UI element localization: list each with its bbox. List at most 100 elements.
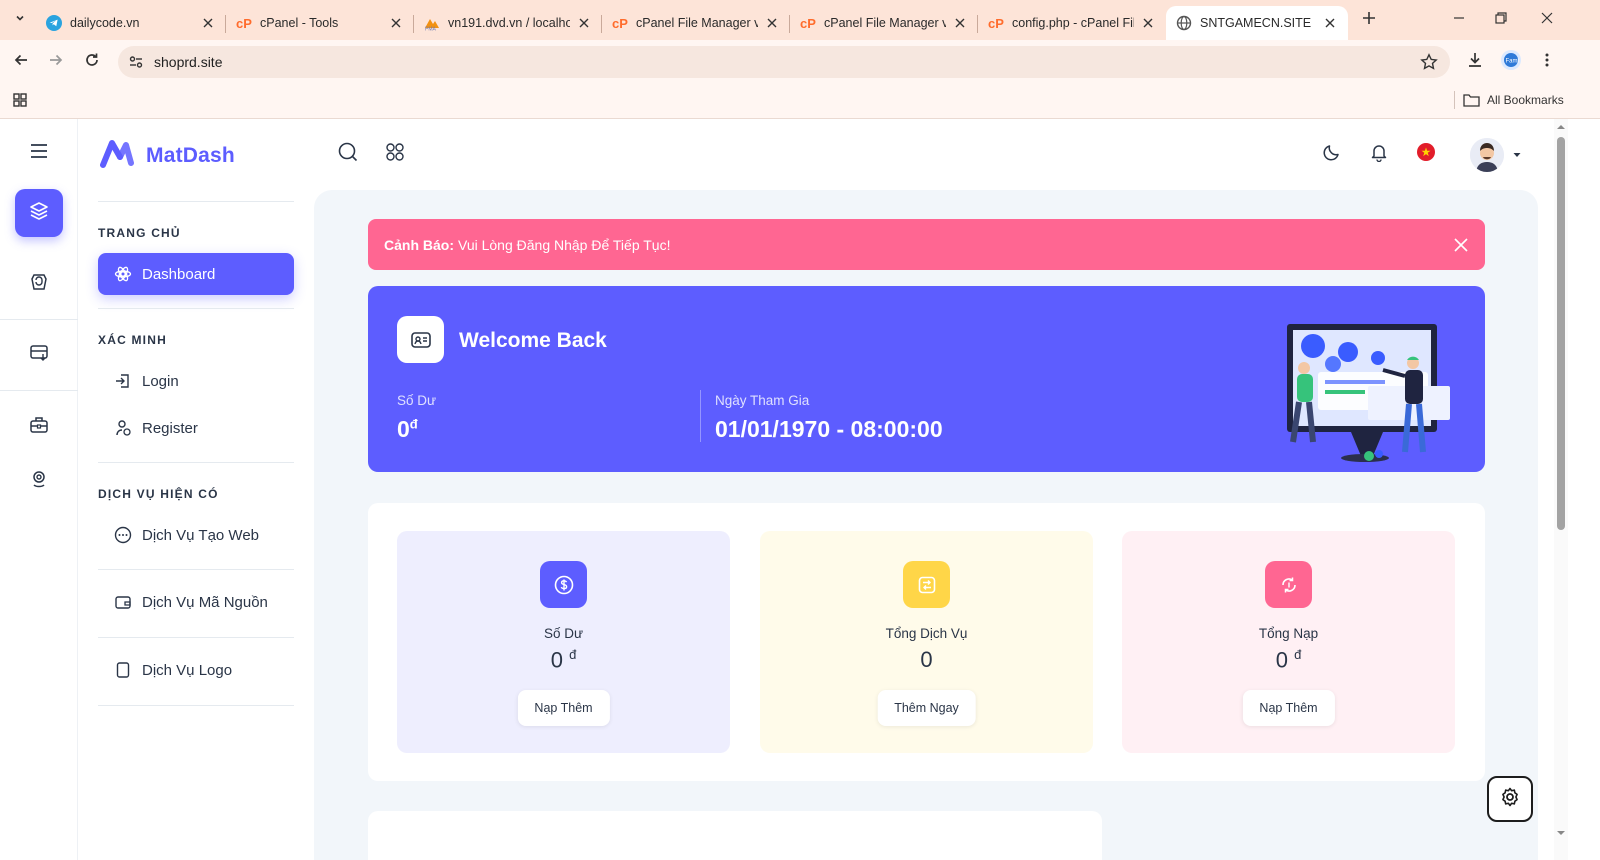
close-icon[interactable] bbox=[952, 15, 968, 31]
stat-value: 0 đ bbox=[397, 647, 730, 673]
stat-label: Số Dư bbox=[543, 626, 584, 641]
wallet-icon bbox=[114, 593, 132, 611]
fingerprint-icon bbox=[28, 468, 50, 495]
stat-value: 0 đ bbox=[1122, 647, 1455, 673]
apps-grid-icon[interactable] bbox=[10, 90, 30, 110]
add-service-button[interactable]: Thêm Ngay bbox=[877, 690, 976, 726]
sidebar-item-web-service[interactable]: Dịch Vụ Tạo Web bbox=[98, 514, 294, 556]
tab-title: cPanel File Manager v3 bbox=[824, 16, 946, 30]
downloads-button[interactable] bbox=[1461, 48, 1489, 76]
reload-button[interactable] bbox=[78, 48, 106, 76]
browser-tab-active[interactable]: SNTGAMECN.SITE bbox=[1166, 6, 1348, 40]
avatar[interactable] bbox=[1470, 138, 1504, 172]
rail-divider bbox=[0, 319, 78, 320]
apps-button[interactable] bbox=[381, 140, 409, 168]
sidebar-section-heading: DỊCH VỤ HIỆN CÓ bbox=[98, 487, 219, 501]
cpanel-icon: cP bbox=[800, 15, 816, 31]
search-icon bbox=[337, 141, 359, 168]
scroll-up-arrow-icon[interactable] bbox=[1556, 122, 1566, 132]
minimize-button[interactable] bbox=[1444, 8, 1474, 32]
restore-button[interactable] bbox=[1486, 8, 1516, 32]
bookmark-star-icon[interactable] bbox=[1418, 51, 1440, 73]
close-icon[interactable] bbox=[576, 15, 592, 31]
close-icon[interactable] bbox=[1451, 235, 1471, 255]
back-button[interactable] bbox=[7, 48, 35, 76]
site-settings-icon[interactable] bbox=[124, 50, 148, 74]
apps-circles-icon bbox=[385, 142, 405, 167]
hamburger-icon bbox=[29, 143, 49, 164]
browser-tab[interactable]: PMA vn191.dvd.vn / localho bbox=[414, 6, 602, 40]
sidebar-item-label: Dashboard bbox=[142, 265, 216, 283]
globe-icon bbox=[1176, 15, 1192, 31]
login-warning-alert: Cảnh Báo: Vui Lòng Đăng Nhập Để Tiếp Tục… bbox=[368, 219, 1485, 270]
browser-tab[interactable]: cP config.php - cPanel Fil bbox=[978, 6, 1166, 40]
folder-icon bbox=[1463, 93, 1480, 107]
top-up-button[interactable]: Nạp Thêm bbox=[517, 690, 610, 726]
profile-button[interactable]: Fami bbox=[1497, 48, 1525, 76]
search-button[interactable] bbox=[334, 140, 362, 168]
scrollbar-thumb[interactable] bbox=[1557, 137, 1565, 530]
close-icon[interactable] bbox=[200, 15, 216, 31]
scroll-down-arrow-icon[interactable] bbox=[1556, 828, 1566, 838]
register-icon bbox=[114, 419, 132, 437]
svg-text:cP: cP bbox=[236, 16, 252, 31]
rail-shield-button[interactable] bbox=[15, 260, 63, 308]
stats-panel: Số Dư 0 đ Nạp Thêm Tổng Dịch Vụ 0 Thêm N… bbox=[368, 503, 1485, 781]
sidebar-divider bbox=[98, 705, 294, 706]
svg-text:cP: cP bbox=[800, 16, 816, 31]
all-bookmarks-button[interactable]: All Bookmarks bbox=[1454, 90, 1564, 110]
language-button[interactable] bbox=[1412, 140, 1440, 168]
url-text: shoprd.site bbox=[154, 54, 223, 70]
new-tab-button[interactable] bbox=[1357, 8, 1381, 32]
moon-icon bbox=[1322, 142, 1342, 167]
rail-toolbox-button[interactable] bbox=[15, 403, 63, 451]
welcome-divider bbox=[700, 390, 701, 442]
menu-toggle-button[interactable] bbox=[15, 129, 63, 177]
sidebar-item-dashboard[interactable]: Dashboard bbox=[98, 253, 294, 295]
browser-tab[interactable]: cP cPanel File Manager v3 bbox=[790, 6, 978, 40]
close-window-button[interactable] bbox=[1532, 8, 1562, 32]
stat-label: Tổng Dịch Vụ bbox=[885, 626, 968, 641]
cpanel-icon: cP bbox=[236, 15, 252, 31]
close-icon[interactable] bbox=[764, 15, 780, 31]
profile-avatar-icon: Fami bbox=[1500, 49, 1522, 76]
tab-title: cPanel File Manager v3 bbox=[636, 16, 758, 30]
sidebar-item-label: Dịch Vụ Mã Nguồn bbox=[142, 593, 268, 611]
tab-title: SNTGAMECN.SITE bbox=[1200, 16, 1312, 30]
close-icon[interactable] bbox=[1140, 15, 1156, 31]
balance-value: 0đ bbox=[397, 416, 418, 443]
stat-value: 0 bbox=[760, 647, 1093, 673]
theme-toggle-button[interactable] bbox=[1318, 140, 1346, 168]
svg-text:Fami: Fami bbox=[1506, 58, 1519, 64]
browser-tab[interactable]: cP cPanel - Tools bbox=[226, 6, 414, 40]
cpanel-icon: cP bbox=[988, 15, 1004, 31]
icon-rail bbox=[0, 119, 78, 860]
browser-tab[interactable]: dailycode.vn bbox=[36, 6, 226, 40]
sidebar-item-register[interactable]: Register bbox=[98, 407, 294, 449]
browser-tab[interactable]: cP cPanel File Manager v3 bbox=[602, 6, 790, 40]
close-icon[interactable] bbox=[1322, 15, 1338, 31]
brand-logo[interactable]: MatDash bbox=[100, 137, 235, 174]
top-up-button[interactable]: Nạp Thêm bbox=[1242, 690, 1335, 726]
stat-amount: 0 bbox=[1275, 647, 1288, 673]
all-bookmarks-label: All Bookmarks bbox=[1487, 93, 1564, 107]
brand-name: MatDash bbox=[146, 143, 235, 167]
forward-button[interactable] bbox=[42, 48, 70, 76]
tab-search-button[interactable] bbox=[8, 8, 32, 32]
sidebar-item-login[interactable]: Login bbox=[98, 360, 294, 402]
settings-button[interactable] bbox=[1487, 776, 1533, 822]
rail-fingerprint-button[interactable] bbox=[15, 457, 63, 505]
notifications-button[interactable] bbox=[1365, 140, 1393, 168]
sidebar-item-logo[interactable]: Dịch Vụ Logo bbox=[98, 649, 294, 691]
sidebar-item-label: Register bbox=[142, 419, 198, 437]
browser-menu-button[interactable] bbox=[1533, 48, 1561, 76]
caret-down-icon[interactable] bbox=[1510, 148, 1524, 162]
close-icon[interactable] bbox=[388, 15, 404, 31]
shield-icon bbox=[28, 271, 50, 298]
sidebar-item-source-code[interactable]: Dịch Vụ Mã Nguồn bbox=[98, 581, 294, 623]
address-bar[interactable]: shoprd.site bbox=[118, 46, 1450, 78]
plus-icon bbox=[1362, 11, 1376, 30]
tab-title: dailycode.vn bbox=[70, 16, 140, 30]
rail-layers-button[interactable] bbox=[15, 189, 63, 237]
rail-server-button[interactable] bbox=[15, 331, 63, 379]
